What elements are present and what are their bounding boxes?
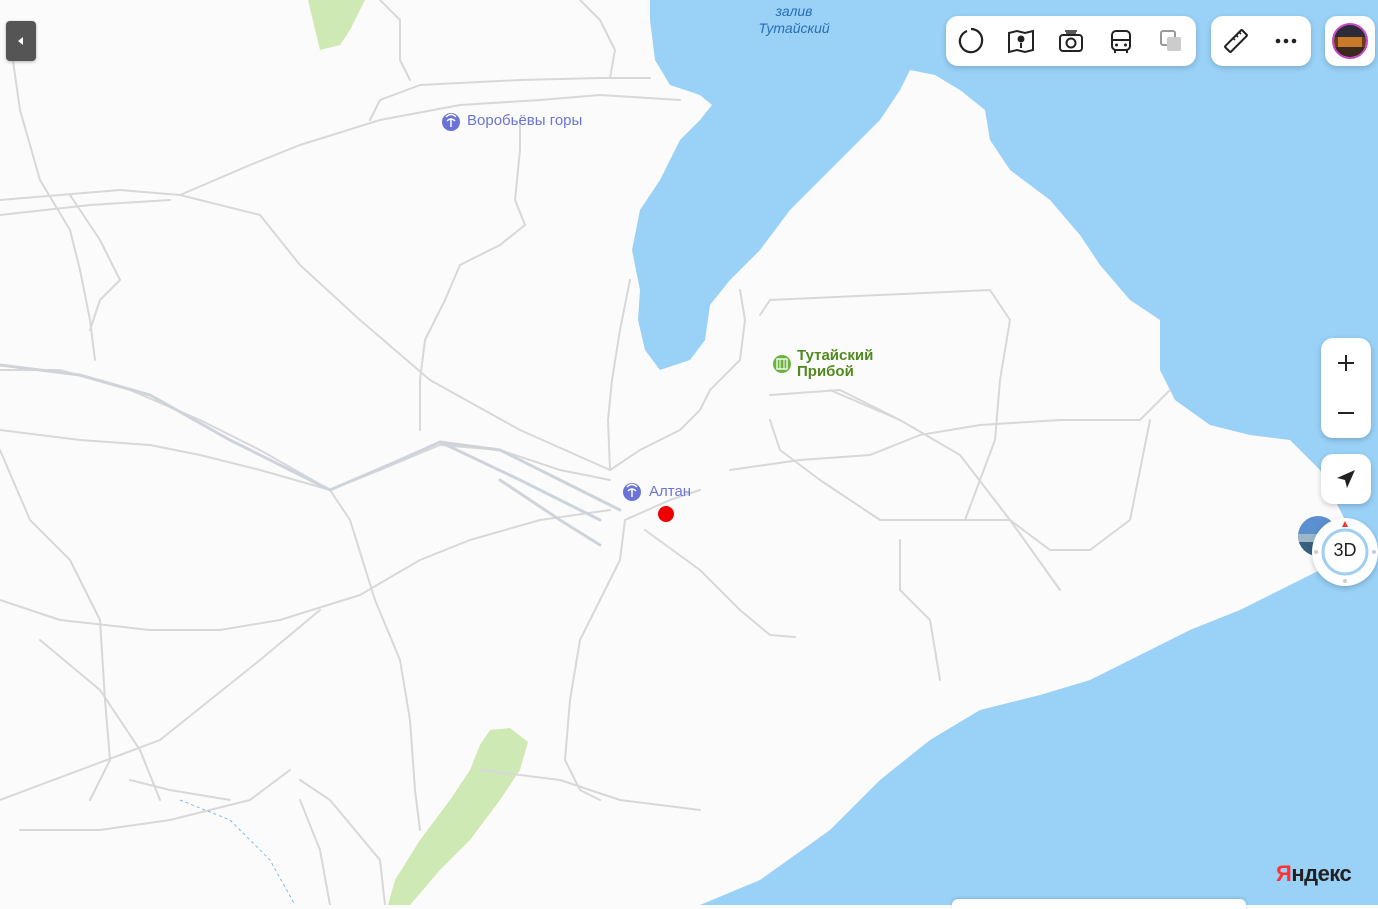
triangle-left-icon [18,37,23,45]
location-marker[interactable] [658,506,674,522]
panorama-button[interactable] [1046,16,1096,66]
avatar [1332,23,1368,59]
more-button[interactable] [1261,16,1311,66]
yandex-logo[interactable]: Яндекс [1276,861,1352,887]
navigation-arrow-icon [1337,470,1355,488]
layers-toolbar [946,16,1196,66]
traffic-layer-button[interactable] [1146,16,1196,66]
bay-label-line1: залив [775,3,813,19]
view-3d-label: 3D [1333,540,1357,560]
map-book-icon [1008,29,1034,54]
profile-button[interactable] [1325,16,1375,66]
park-label-line2: Прибой [797,363,854,380]
bus-icon [1111,30,1131,53]
zoom-controls [1321,338,1371,438]
palm-tree-icon[interactable] [623,483,641,501]
collapse-sidebar-button[interactable] [6,21,36,61]
transport-button[interactable] [1096,16,1146,66]
park-icon[interactable] [773,355,791,373]
avatar-image [1334,25,1366,57]
layers-button[interactable] [946,16,996,66]
compass-3d-button[interactable]: 3D [1312,518,1378,586]
traffic-layer-icon [1160,30,1181,51]
bay-label: залив Тутайский [752,3,836,37]
extra-toolbar [1211,16,1311,66]
camera-icon [1059,30,1083,52]
poi-label-altan[interactable]: Алтан [649,483,691,500]
brand-rest: ндекс [1291,861,1352,886]
geolocation-button[interactable] [1321,454,1371,504]
plus-icon [1338,355,1354,371]
more-icon [1275,38,1297,44]
ruler-icon [1224,29,1248,53]
park-label-line1: Тутайский [797,347,874,364]
map-canvas[interactable] [0,0,1378,905]
map-book-button[interactable] [996,16,1046,66]
zoom-out-button[interactable] [1321,388,1371,438]
brand-first-letter: Я [1276,861,1292,886]
minus-icon [1338,412,1354,414]
poi-label-vorobyovy[interactable]: Воробьёвы горы [467,112,582,129]
zoom-in-button[interactable] [1321,338,1371,388]
layers-icon [958,27,984,54]
ruler-button[interactable] [1211,16,1261,66]
park-label[interactable]: Тутайский Прибой [797,348,873,380]
bottom-panel-handle[interactable] [952,899,1246,909]
palm-tree-icon[interactable] [442,113,460,131]
bay-label-line2: Тутайский [758,20,830,36]
